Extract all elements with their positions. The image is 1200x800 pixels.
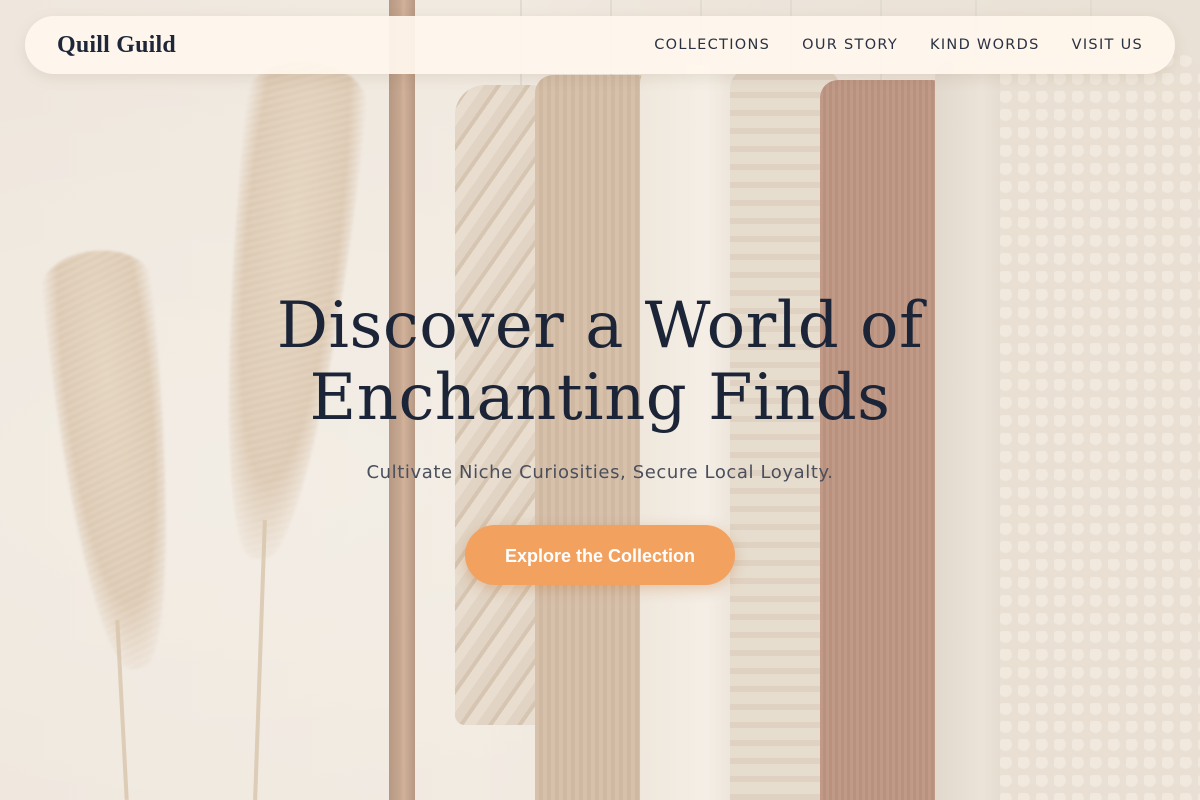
nav-links: COLLECTIONS OUR STORY KIND WORDS VISIT U…	[654, 37, 1143, 53]
hero-title-line-1: Discover a World of	[276, 289, 924, 363]
explore-collection-button[interactable]: Explore the Collection	[465, 525, 735, 585]
hero-title-line-2: Enchanting Finds	[309, 361, 891, 435]
hero-section: Quill Guild COLLECTIONS OUR STORY KIND W…	[0, 0, 1200, 800]
top-navigation-bar: Quill Guild COLLECTIONS OUR STORY KIND W…	[25, 16, 1175, 74]
hero-content: Discover a World of Enchanting Finds Cul…	[0, 290, 1200, 585]
nav-link-kind-words[interactable]: KIND WORDS	[930, 37, 1040, 53]
hero-subtitle: Cultivate Niche Curiosities, Secure Loca…	[366, 462, 834, 483]
nav-link-collections[interactable]: COLLECTIONS	[654, 37, 770, 53]
brand-logo[interactable]: Quill Guild	[57, 32, 176, 59]
nav-link-our-story[interactable]: OUR STORY	[802, 37, 898, 53]
hero-title: Discover a World of Enchanting Finds	[0, 290, 1200, 434]
nav-link-visit-us[interactable]: VISIT US	[1072, 37, 1143, 53]
